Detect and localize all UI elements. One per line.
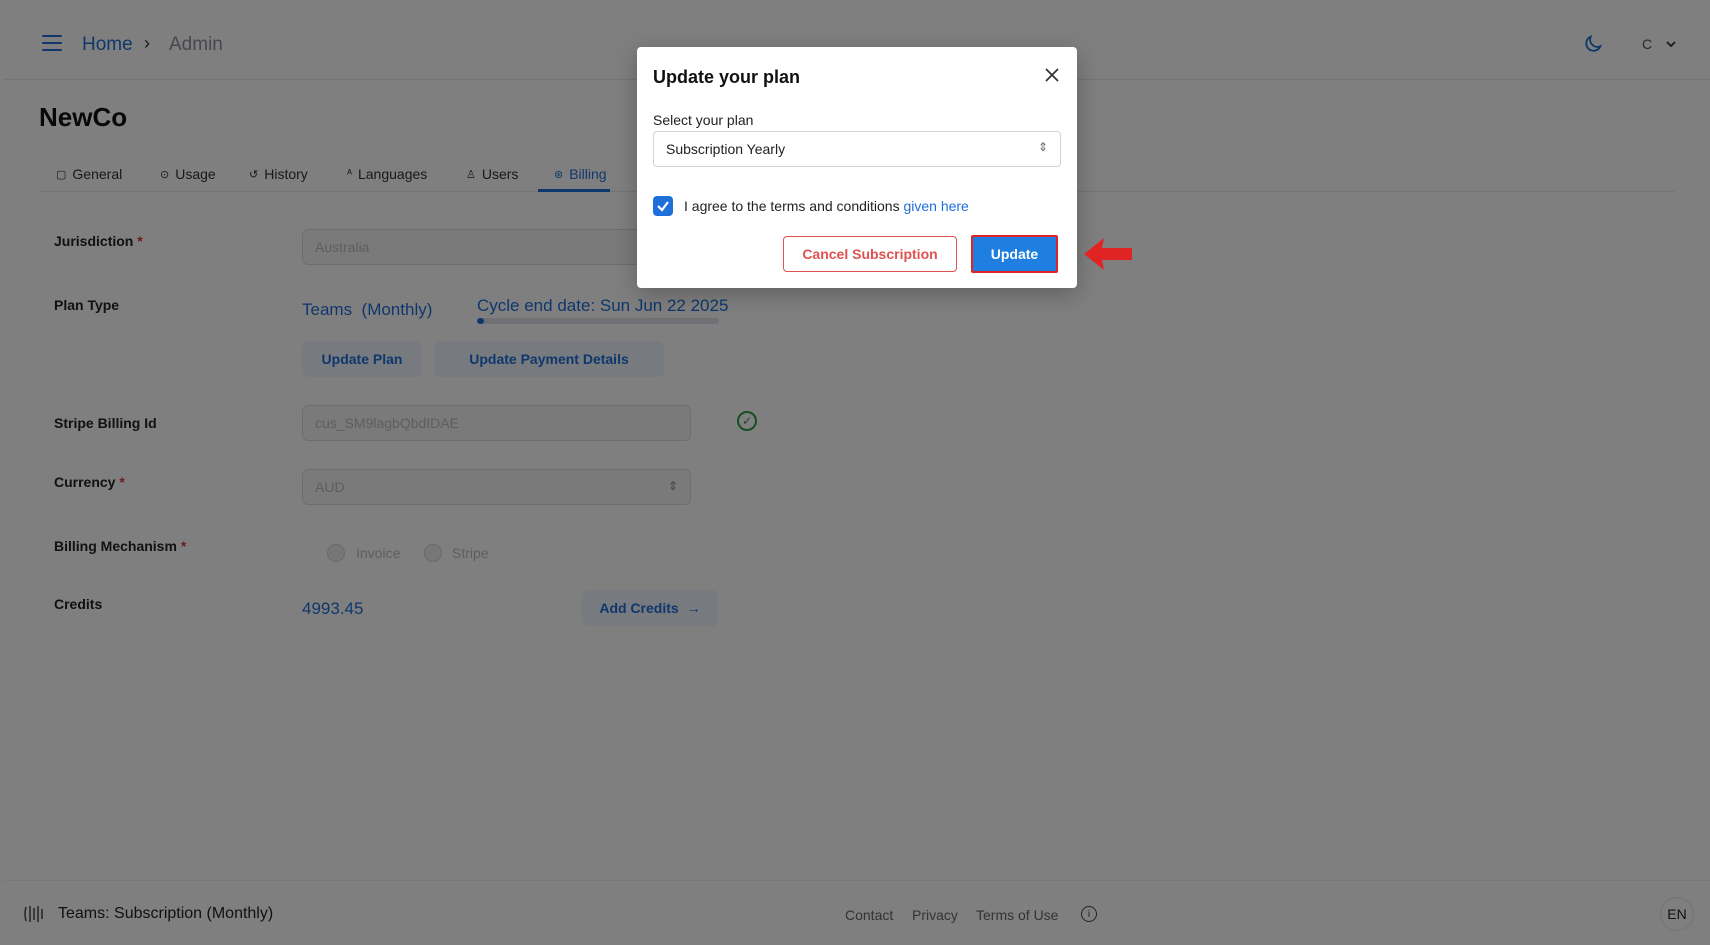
checkmark-icon	[657, 201, 669, 212]
cancel-subscription-button[interactable]: Cancel Subscription	[783, 236, 957, 272]
terms-agreement-text: I agree to the terms and conditions give…	[684, 198, 969, 214]
terms-link[interactable]: given here	[903, 198, 968, 214]
annotation-arrow-icon	[1084, 238, 1132, 270]
select-arrows-icon: ⇕	[1037, 140, 1048, 154]
close-icon[interactable]	[1042, 65, 1062, 85]
update-button[interactable]: Update	[971, 235, 1058, 273]
select-plan-label: Select your plan	[653, 112, 754, 128]
terms-checkbox[interactable]	[653, 196, 673, 216]
update-plan-modal: Update your plan Select your plan Subscr…	[637, 47, 1077, 288]
plan-select-value: Subscription Yearly	[666, 141, 786, 157]
modal-title: Update your plan	[653, 67, 801, 87]
plan-select[interactable]: Subscription Yearly ⇕	[653, 131, 1061, 167]
